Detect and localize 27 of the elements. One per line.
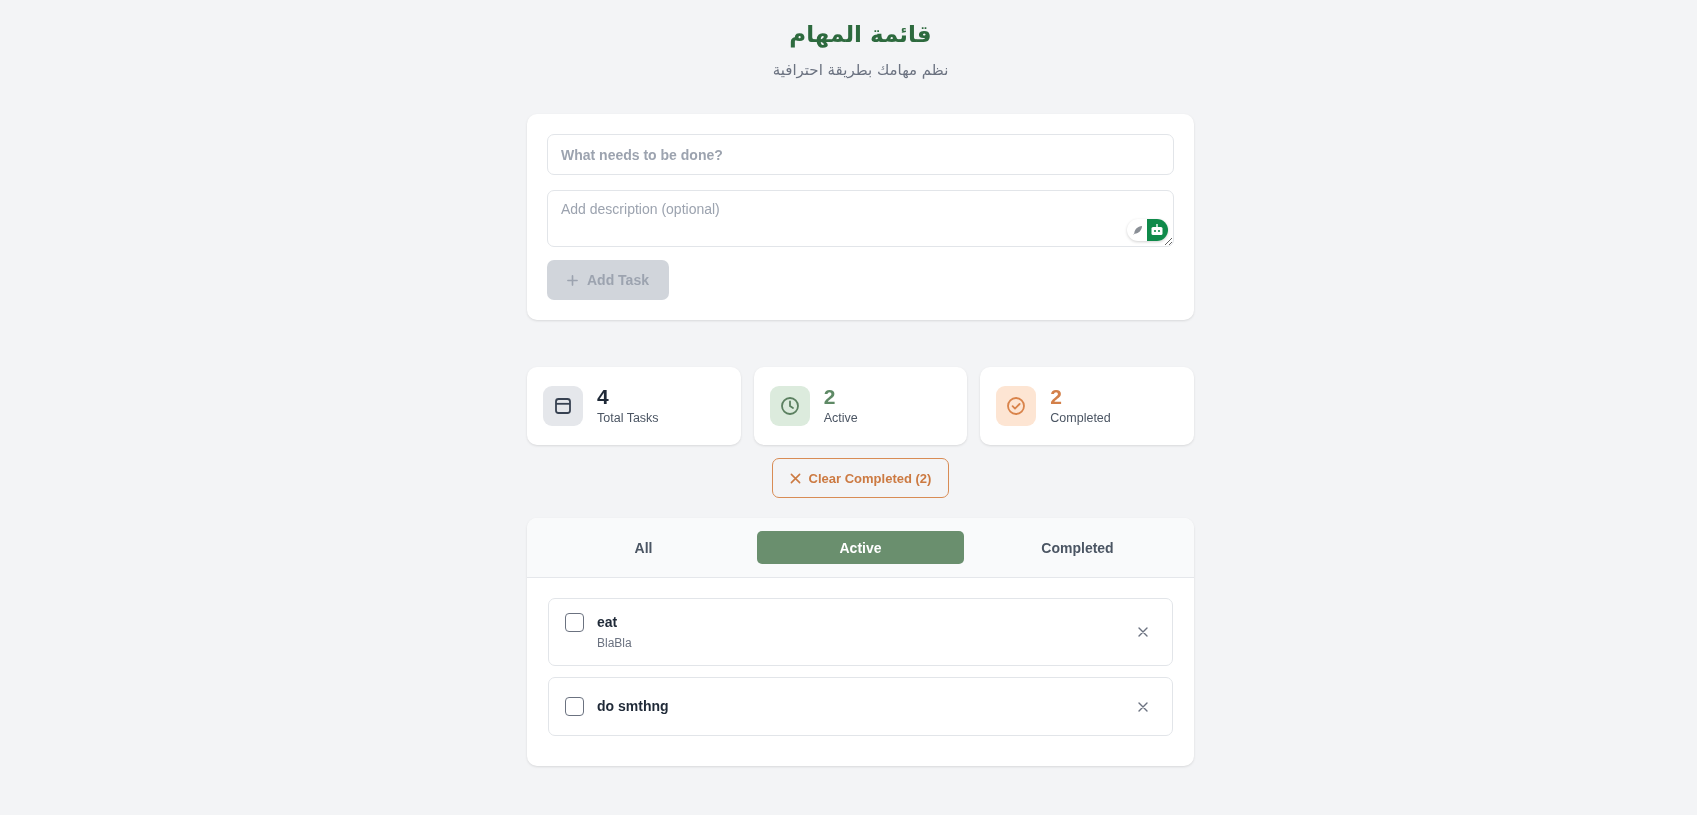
robot-icon[interactable] <box>1147 219 1168 241</box>
stat-label: Active <box>823 410 858 427</box>
task-title: eat <box>597 613 619 632</box>
stat-label: Total Tasks <box>597 410 659 427</box>
plus-icon <box>567 274 578 286</box>
task-title: do smthng <box>597 697 669 716</box>
feather-icon[interactable] <box>1132 224 1143 236</box>
filter-tab[interactable]: Active <box>757 531 964 564</box>
stat-value: 4 <box>597 385 610 409</box>
task-title-input[interactable]: What needs to be done? <box>547 134 1174 175</box>
checkbox[interactable] <box>565 613 584 632</box>
page-subtitle: نظم مهامك بطريقة احترافية <box>772 60 949 81</box>
panel-icon <box>543 386 583 426</box>
page-title: قائمة المهام <box>789 20 932 50</box>
stat-value: 2 <box>1050 385 1063 409</box>
task-description: BlaBla <box>597 635 632 651</box>
clear-completed-button[interactable]: Clear Completed (2) <box>771 458 950 498</box>
filter-tab[interactable]: Completed <box>974 531 1181 564</box>
description-field[interactable]: Add description (optional) <box>547 190 1174 247</box>
delete-x-icon[interactable] <box>1138 627 1148 637</box>
stat-label: Completed <box>1050 410 1111 427</box>
clock-icon <box>769 386 810 426</box>
stat-value: 2 <box>823 385 837 409</box>
x-icon <box>789 472 801 484</box>
delete-x-icon[interactable] <box>1138 701 1148 712</box>
filter-tab[interactable]: All <box>540 531 747 564</box>
checkbox[interactable] <box>565 697 584 716</box>
